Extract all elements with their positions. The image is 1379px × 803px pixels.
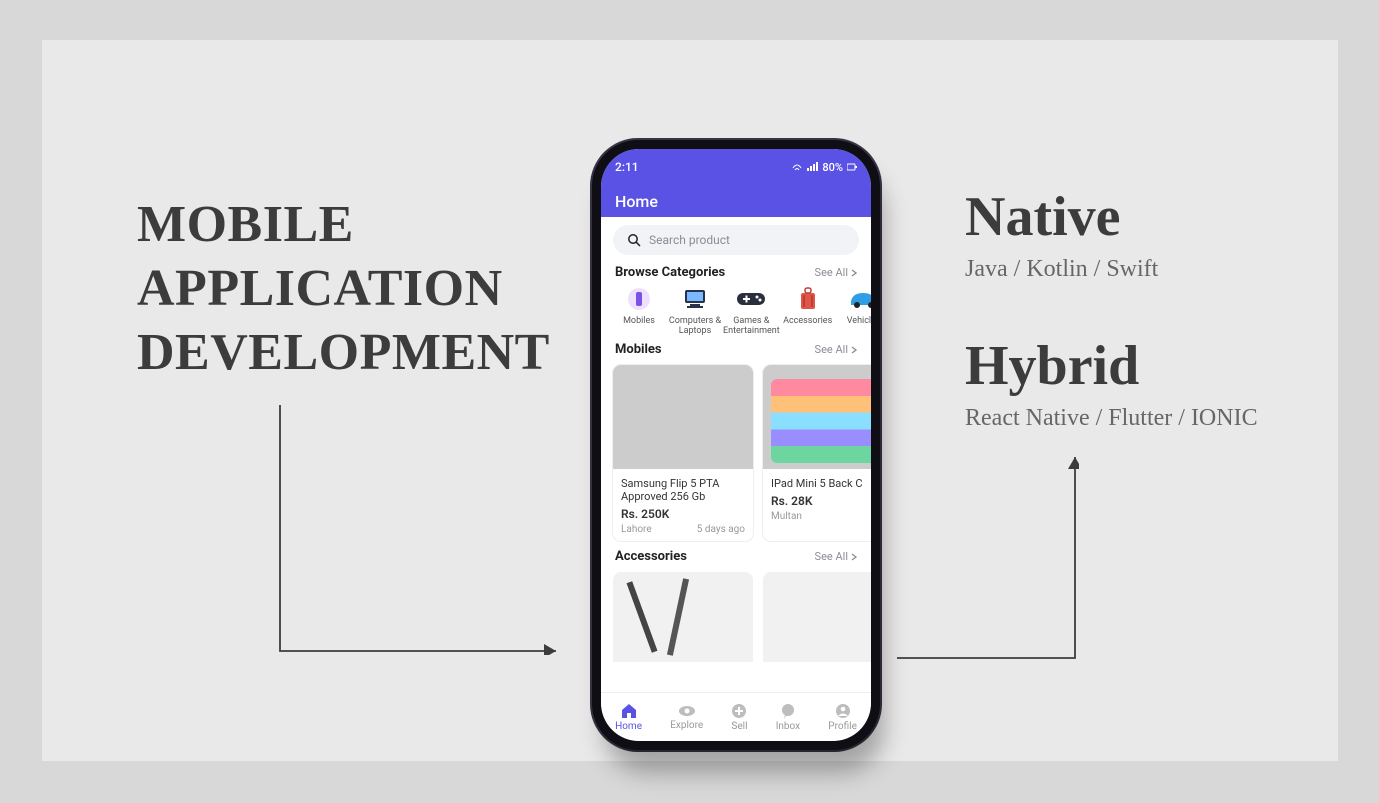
categories-row[interactable]: Mobiles Computers & Laptops Games & Ente… <box>601 282 871 338</box>
status-time: 2:11 <box>615 160 639 174</box>
title-line-1: MOBILE <box>137 193 550 257</box>
search-wrap: Search product <box>601 217 871 261</box>
search-input[interactable]: Search product <box>613 225 859 255</box>
category-item-vehicles[interactable]: Vehicles <box>836 286 871 336</box>
nav-label: Explore <box>670 720 703 731</box>
mobiles-row[interactable]: Samsung Flip 5 PTA Approved 256 Gb Rs. 2… <box>601 359 871 545</box>
product-price: Rs. 28K <box>771 494 871 508</box>
see-all-accessories[interactable]: See All <box>815 550 857 563</box>
see-all-mobiles[interactable]: See All <box>815 343 857 356</box>
product-time: 5 days ago <box>697 524 745 535</box>
computer-icon <box>679 286 711 312</box>
mobiles-title: Mobiles <box>615 342 662 357</box>
title-line-3: DEVELOPMENT <box>137 321 550 385</box>
car-icon <box>848 286 871 312</box>
category-label: Games & Entertainment <box>723 316 780 336</box>
app-bar: Home <box>601 185 871 217</box>
product-title: IPad Mini 5 Back C <box>771 477 871 490</box>
home-icon <box>620 703 638 719</box>
status-battery: 80% <box>822 161 843 174</box>
luggage-icon <box>792 286 824 312</box>
status-bar: 2:11 80% <box>601 149 871 185</box>
main-title: MOBILE APPLICATION DEVELOPMENT <box>137 193 550 385</box>
product-image <box>763 365 871 469</box>
gamepad-icon <box>735 286 767 312</box>
accessories-header: Accessories See All <box>601 545 871 566</box>
hybrid-subtitle: React Native / Flutter / IONIC <box>965 405 1258 432</box>
bottom-nav: Home Explore Sell Inbox Profile <box>601 692 871 741</box>
plus-circle-icon <box>731 703 747 719</box>
see-all-label: See All <box>815 266 848 279</box>
category-item-games[interactable]: Games & Entertainment <box>723 286 780 336</box>
phone-mockup: 2:11 80% Home Search product Bro <box>592 140 880 750</box>
category-label: Vehicles <box>847 316 871 326</box>
category-item-accessories[interactable]: Accessories <box>780 286 836 336</box>
accessory-image[interactable] <box>613 572 753 662</box>
nav-explore[interactable]: Explore <box>670 704 703 731</box>
category-label: Accessories <box>783 316 832 326</box>
hybrid-heading: Hybrid <box>965 334 1139 398</box>
slide-canvas: MOBILE APPLICATION DEVELOPMENT Native Ja… <box>42 40 1338 761</box>
accessory-image[interactable] <box>763 572 871 662</box>
see-all-label: See All <box>815 550 848 563</box>
status-right: 80% <box>792 161 857 174</box>
mobiles-header: Mobiles See All <box>601 338 871 359</box>
battery-icon <box>847 162 857 172</box>
product-city: Lahore <box>621 524 652 535</box>
product-city: Multan <box>771 511 802 522</box>
wifi-icon <box>792 162 802 172</box>
mobile-icon <box>623 286 655 312</box>
signal-icon <box>806 162 818 172</box>
phone-screen: 2:11 80% Home Search product Bro <box>601 149 871 741</box>
search-icon <box>627 233 641 247</box>
category-item-computers[interactable]: Computers & Laptops <box>667 286 723 336</box>
eye-icon <box>678 704 696 718</box>
accessories-row[interactable] <box>601 566 871 662</box>
title-line-2: APPLICATION <box>137 257 550 321</box>
product-card[interactable]: IPad Mini 5 Back C Rs. 28K Multan <box>763 365 871 541</box>
nav-home[interactable]: Home <box>615 703 642 732</box>
arrow-title-to-phone <box>278 405 568 655</box>
nav-inbox[interactable]: Inbox <box>776 703 800 732</box>
nav-label: Inbox <box>776 721 800 732</box>
see-all-label: See All <box>815 343 848 356</box>
product-price: Rs. 250K <box>621 507 745 521</box>
chevron-right-icon <box>851 269 857 277</box>
product-image <box>613 365 753 469</box>
native-subtitle: Java / Kotlin / Swift <box>965 256 1158 283</box>
nav-label: Profile <box>828 721 857 732</box>
chevron-right-icon <box>851 346 857 354</box>
category-item-mobiles[interactable]: Mobiles <box>611 286 667 336</box>
category-label: Mobiles <box>623 316 655 326</box>
category-label: Computers & Laptops <box>669 316 721 336</box>
chevron-right-icon <box>851 553 857 561</box>
categories-title: Browse Categories <box>615 265 725 280</box>
app-bar-title: Home <box>615 192 658 211</box>
product-title: Samsung Flip 5 PTA Approved 256 Gb <box>621 477 745 503</box>
product-card[interactable]: Samsung Flip 5 PTA Approved 256 Gb Rs. 2… <box>613 365 753 541</box>
see-all-categories[interactable]: See All <box>815 266 857 279</box>
native-heading: Native <box>965 185 1121 249</box>
nav-sell[interactable]: Sell <box>731 703 747 732</box>
arrow-phone-to-labels <box>897 445 1079 660</box>
search-placeholder: Search product <box>649 233 730 247</box>
accessories-title: Accessories <box>615 549 687 564</box>
nav-label: Home <box>615 721 642 732</box>
chat-icon <box>780 703 796 719</box>
nav-label: Sell <box>731 721 747 732</box>
user-icon <box>835 703 851 719</box>
categories-header: Browse Categories See All <box>601 261 871 282</box>
nav-profile[interactable]: Profile <box>828 703 857 732</box>
